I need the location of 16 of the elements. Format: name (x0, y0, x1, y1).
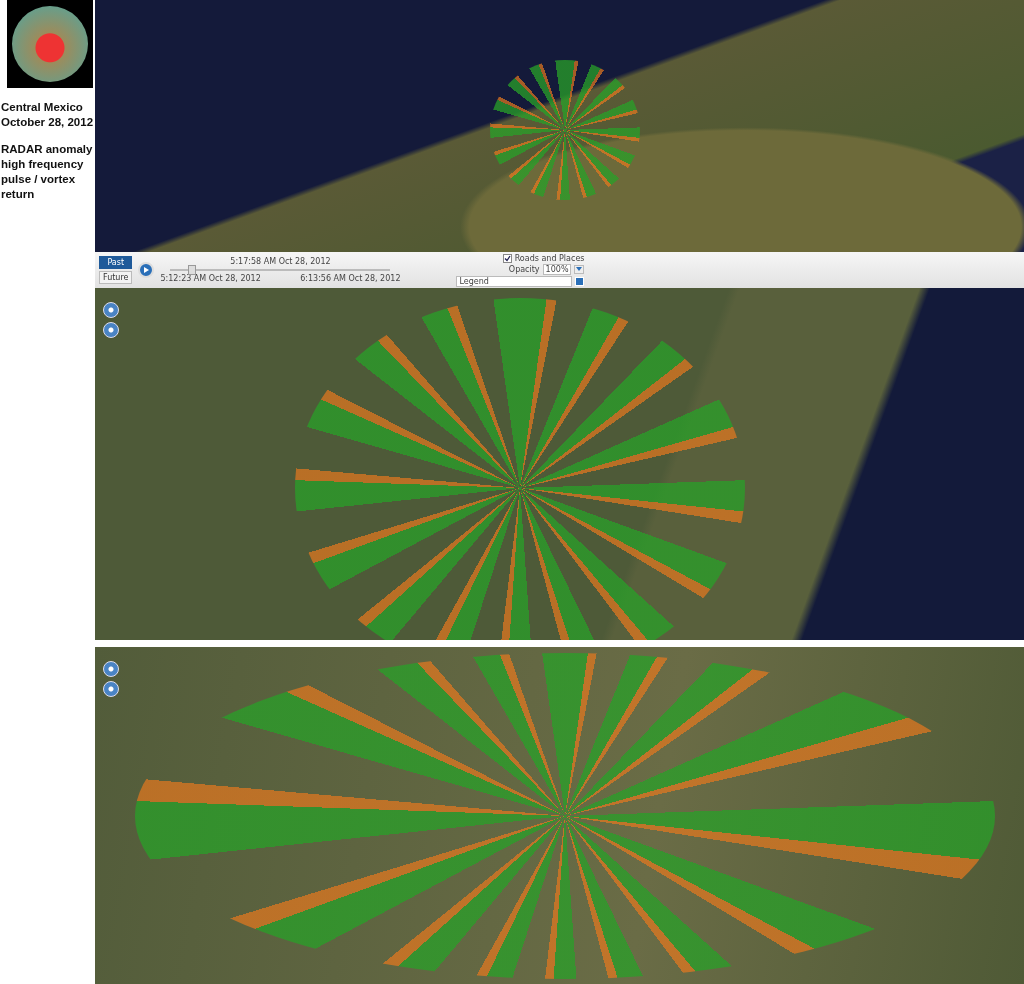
legend-select[interactable]: Legend (456, 275, 573, 287)
caption-title: Central Mexico October 28, 2012 (0, 100, 95, 130)
current-time: 5:17:58 AM Oct 28, 2012 (230, 257, 331, 266)
start-time: 5:12:23 AM Oct 28, 2012 (160, 274, 261, 283)
mode-tab[interactable]: Future (99, 271, 133, 284)
mode-tab[interactable]: Past (99, 256, 133, 269)
opacity-select[interactable]: 100% (542, 263, 572, 275)
checkbox[interactable] (502, 253, 512, 263)
dropdown-button[interactable] (574, 264, 585, 274)
end-time: 6:13:56 AM Oct 28, 2012 (300, 274, 401, 283)
play-button[interactable] (138, 262, 155, 278)
time-slider-thumb[interactable] (188, 265, 197, 275)
legend-icon[interactable] (575, 276, 585, 286)
checkbox-label: Roads and Places (514, 253, 585, 263)
caption-note: RADAR anomaly high frequency pulse / vortex return (0, 142, 94, 202)
opacity-label: Opacity (508, 264, 540, 274)
